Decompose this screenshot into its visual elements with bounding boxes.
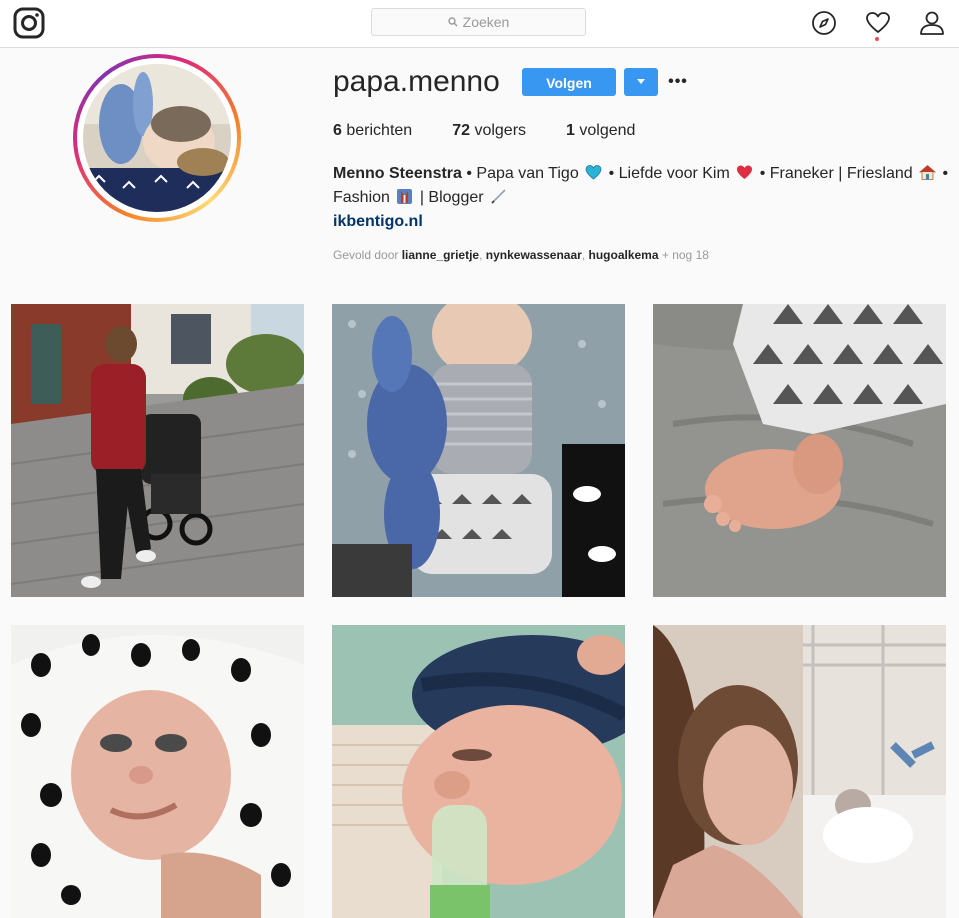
search-placeholder: Zoeken xyxy=(462,14,510,30)
suggestions-dropdown-button[interactable] xyxy=(624,68,658,96)
triangle-down-icon xyxy=(637,79,645,84)
compass-icon[interactable] xyxy=(811,10,837,36)
stat-followers[interactable]: 72 volgers xyxy=(452,122,526,140)
heart-icon[interactable] xyxy=(865,10,891,36)
search-input[interactable]: Zoeken xyxy=(371,8,586,36)
profile-username: papa.menno xyxy=(333,65,500,98)
top-navigation-bar: Zoeken xyxy=(0,0,959,48)
stat-following[interactable]: 1 volgend xyxy=(566,122,635,140)
instagram-logo-icon[interactable] xyxy=(13,7,45,39)
blue-heart-icon xyxy=(585,165,602,180)
profile-bio: Menno Steenstra • Papa van Tigo • Liefde… xyxy=(333,164,949,206)
post-thumbnail[interactable] xyxy=(653,625,946,918)
profile-full-name: Menno Steenstra xyxy=(333,165,462,182)
suit-icon xyxy=(397,189,413,204)
post-thumbnail[interactable] xyxy=(11,625,304,918)
house-icon xyxy=(919,164,937,180)
post-thumbnail[interactable] xyxy=(11,304,304,597)
follow-button[interactable]: Volgen xyxy=(522,68,616,96)
options-more-button[interactable]: ••• xyxy=(668,70,687,94)
follower-link[interactable]: lianne_grietje xyxy=(402,248,479,262)
follower-link[interactable]: nynkewassenaar xyxy=(486,248,582,262)
follower-link[interactable]: hugoalkema xyxy=(589,248,659,262)
profile-stats: 6 berichten 72 volgers 1 volgend xyxy=(333,122,675,140)
post-thumbnail[interactable] xyxy=(332,304,625,597)
red-heart-icon xyxy=(737,165,753,179)
search-icon xyxy=(447,17,458,27)
post-thumbnail[interactable] xyxy=(332,625,625,918)
stat-posts: 6 berichten xyxy=(333,122,413,139)
pen-icon xyxy=(491,189,506,204)
profile-website-link[interactable]: ikbentigo.nl xyxy=(333,210,423,234)
post-thumbnail[interactable] xyxy=(653,304,946,597)
profile-avatar[interactable] xyxy=(73,54,241,222)
user-icon[interactable] xyxy=(919,10,945,36)
followed-by-text: Gevold door lianne_grietje, nynkewassena… xyxy=(333,248,709,262)
notification-dot xyxy=(875,37,879,41)
